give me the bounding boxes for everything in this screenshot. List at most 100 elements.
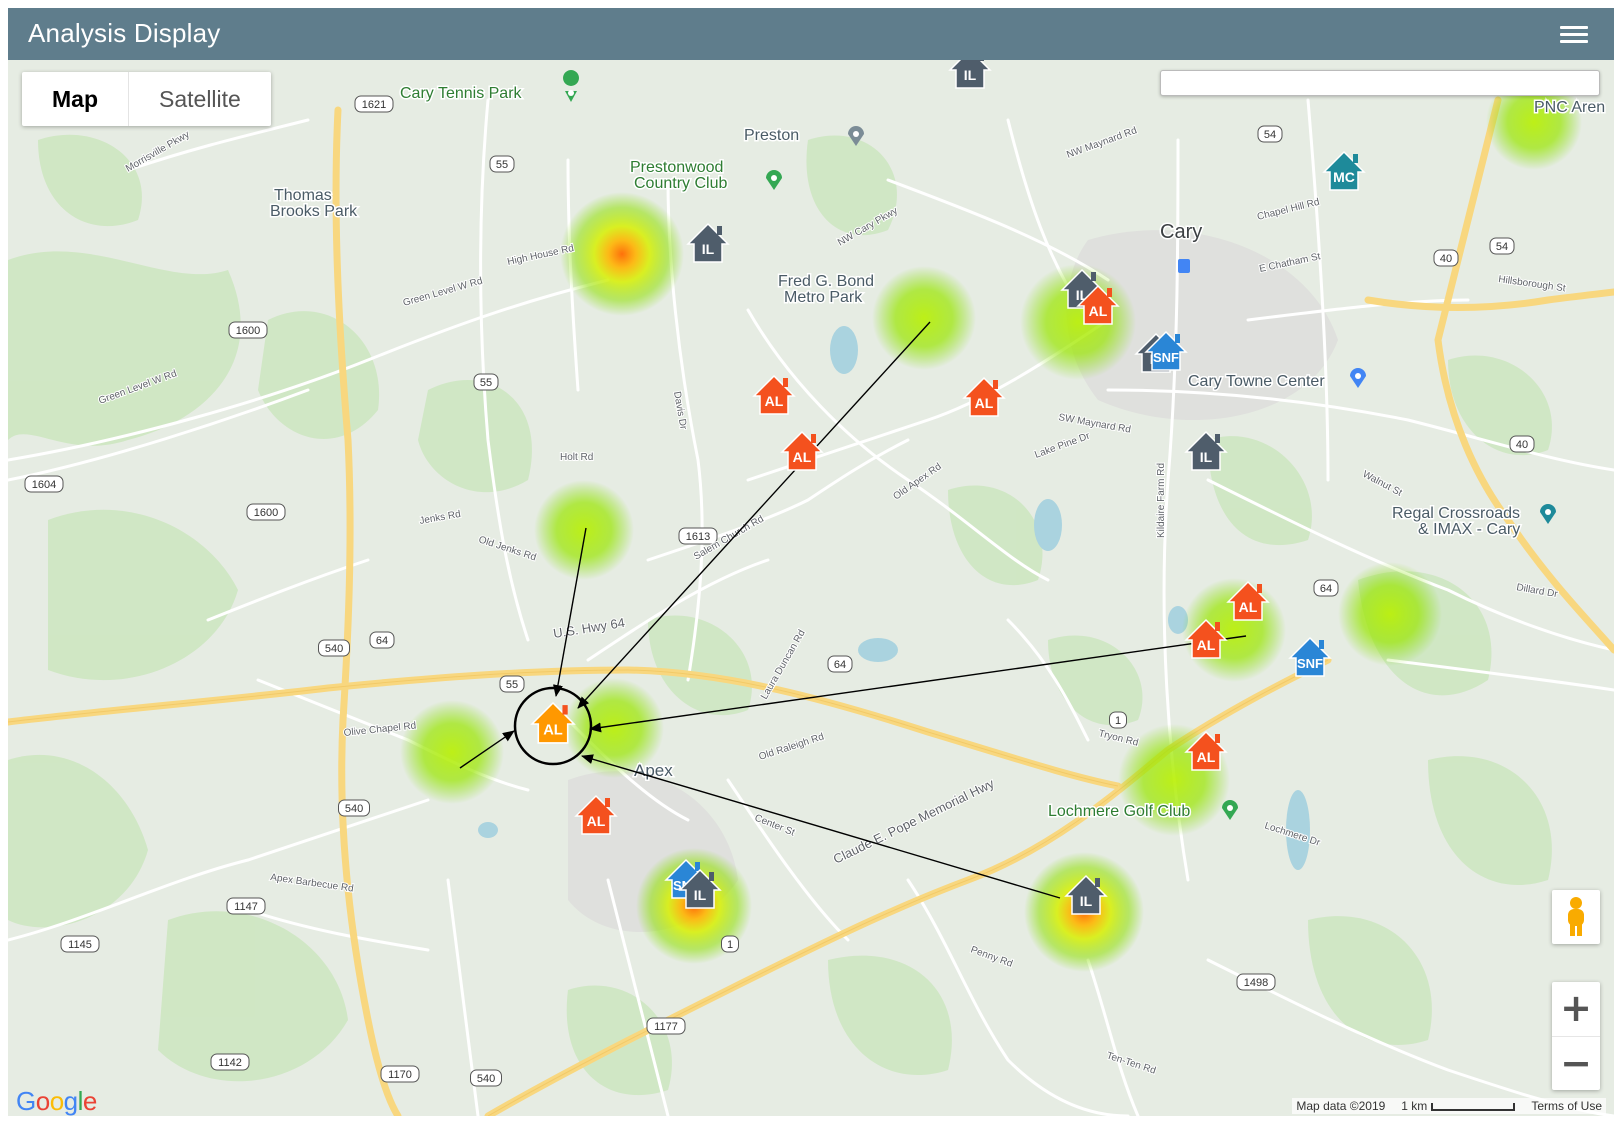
route-shield-label: 64 xyxy=(1320,583,1332,595)
transit-icon xyxy=(1178,259,1190,273)
route-shield: 54 xyxy=(1489,237,1515,255)
route-shield-label: 1 xyxy=(727,939,733,951)
place-label: Preston xyxy=(744,127,799,144)
route-shield: 1621 xyxy=(354,95,394,113)
place-label: Brooks Park xyxy=(270,203,358,220)
marker-type-label: IL xyxy=(964,67,977,83)
route-shield: 55 xyxy=(473,373,499,391)
route-shield: 1 xyxy=(721,935,739,953)
route-shield-label: 1498 xyxy=(1244,977,1268,989)
route-shield: 55 xyxy=(499,675,525,693)
route-shield-label: 1 xyxy=(1115,715,1121,727)
place-label: Fred G. Bond xyxy=(778,273,874,290)
route-shield-label: 1600 xyxy=(254,507,278,519)
route-shield: 1600 xyxy=(228,321,268,339)
zoom-in-button[interactable]: + xyxy=(1552,982,1600,1037)
scale-indicator[interactable]: 1 km xyxy=(1401,1099,1516,1113)
route-shield-label: 54 xyxy=(1496,241,1508,253)
map-type-control: Map Satellite xyxy=(22,72,271,126)
route-shield-label: 1621 xyxy=(362,99,386,111)
pegman-icon xyxy=(1568,897,1584,936)
place-label: PNC Aren xyxy=(1534,99,1605,116)
route-shield: 540 xyxy=(470,1069,502,1087)
google-logo-letter: g xyxy=(63,1086,78,1116)
marker-type-label: AL xyxy=(587,813,606,829)
route-shield: 1145 xyxy=(60,935,100,953)
map-view-button[interactable]: Map xyxy=(22,72,128,126)
route-shield-label: 1145 xyxy=(68,939,92,951)
marker-type-label: MC xyxy=(1333,169,1355,185)
route-shield: 1170 xyxy=(380,1065,420,1083)
route-shield-label: 40 xyxy=(1440,253,1452,265)
google-logo: Google xyxy=(16,1086,97,1116)
place-label: Cary Towne Center xyxy=(1188,373,1325,390)
marker-type-label: AL xyxy=(975,395,994,411)
route-shield: 540 xyxy=(338,799,370,817)
route-shield-label: 1170 xyxy=(388,1069,412,1081)
route-shield: 54 xyxy=(1257,125,1283,143)
scale-bar xyxy=(1431,1102,1516,1111)
hamburger-icon-line xyxy=(1560,40,1588,43)
route-shield: 55 xyxy=(489,155,515,173)
route-shield-label: 1600 xyxy=(236,325,260,337)
hamburger-menu-button[interactable] xyxy=(1560,22,1588,46)
satellite-view-button[interactable]: Satellite xyxy=(128,72,271,126)
app-title: Analysis Display xyxy=(28,18,221,48)
route-shield: 540 xyxy=(318,639,350,657)
marker-type-label: SNF xyxy=(1297,656,1323,671)
route-shield-label: 40 xyxy=(1516,439,1528,451)
route-shield-label: 1613 xyxy=(686,531,710,543)
map-attribution: Map data ©2019 1 km Terms of Use xyxy=(1292,1098,1606,1114)
map-canvas[interactable]: 1621 55 1600 55 1604 1600 1613 64 540 55 64 540 1 114… xyxy=(8,60,1614,1116)
route-shield: 1177 xyxy=(646,1017,686,1035)
terms-of-use-link[interactable]: Terms of Use xyxy=(1531,1099,1602,1113)
place-label: Thomas xyxy=(274,187,332,204)
route-shield-label: 64 xyxy=(834,659,846,671)
marker-type-label: AL xyxy=(765,393,784,409)
google-logo-letter: e xyxy=(82,1086,97,1116)
place-label: Metro Park xyxy=(784,289,863,306)
marker-type-label: AL xyxy=(1239,599,1258,615)
route-shield: 1147 xyxy=(226,897,266,915)
google-logo-letter: G xyxy=(16,1086,36,1116)
route-shield-label: 540 xyxy=(325,643,343,655)
marker-type-label: AL xyxy=(1197,749,1216,765)
route-shield-label: 1147 xyxy=(234,901,258,913)
route-shield-label: 540 xyxy=(477,1073,495,1085)
marker-type-label: IL xyxy=(694,887,707,903)
marker-type-label: IL xyxy=(1080,893,1093,909)
route-shield-label: 55 xyxy=(506,679,518,691)
place-label: Cary Tennis Park xyxy=(400,85,523,102)
route-shield-label: 55 xyxy=(496,159,508,171)
search-input[interactable] xyxy=(1160,70,1600,96)
route-shield-label: 55 xyxy=(480,377,492,389)
marker-type-label: AL xyxy=(793,449,812,465)
route-shield-label: 64 xyxy=(376,635,388,647)
place-label: & IMAX - Cary xyxy=(1418,521,1520,538)
road-label: Kildaire Farm Rd xyxy=(1156,463,1167,538)
place-label: Cary xyxy=(1160,221,1202,243)
route-shield: 64 xyxy=(369,631,395,649)
route-shield-label: 1604 xyxy=(32,479,56,491)
route-shield: 1498 xyxy=(1236,973,1276,991)
route-shield-label: 540 xyxy=(345,803,363,815)
zoom-out-button[interactable]: − xyxy=(1552,1037,1600,1091)
street-view-pegman-button[interactable] xyxy=(1552,890,1600,944)
place-label: Country Club xyxy=(634,175,727,192)
route-shield: 40 xyxy=(1509,435,1535,453)
marker-type-label: AL xyxy=(1089,303,1108,319)
marker-type-label: AL xyxy=(1197,637,1216,653)
marker-type-label: IL xyxy=(1200,449,1213,465)
map-layer: 1621551600551604160016136454055645401114… xyxy=(8,60,1614,1116)
route-shield: 1600 xyxy=(246,503,286,521)
route-shield-label: 54 xyxy=(1264,129,1276,141)
route-shield: 40 xyxy=(1433,249,1459,267)
zoom-control: + − xyxy=(1552,982,1600,1090)
il-house-marker[interactable]: IL xyxy=(948,60,992,89)
google-logo-letter: o xyxy=(35,1086,50,1116)
map-data-text: Map data ©2019 xyxy=(1296,1099,1386,1113)
route-shield-label: 1177 xyxy=(654,1021,678,1033)
marker-type-label: IL xyxy=(702,241,715,257)
route-shield: 1604 xyxy=(24,475,64,493)
route-shield: 1142 xyxy=(210,1053,250,1071)
